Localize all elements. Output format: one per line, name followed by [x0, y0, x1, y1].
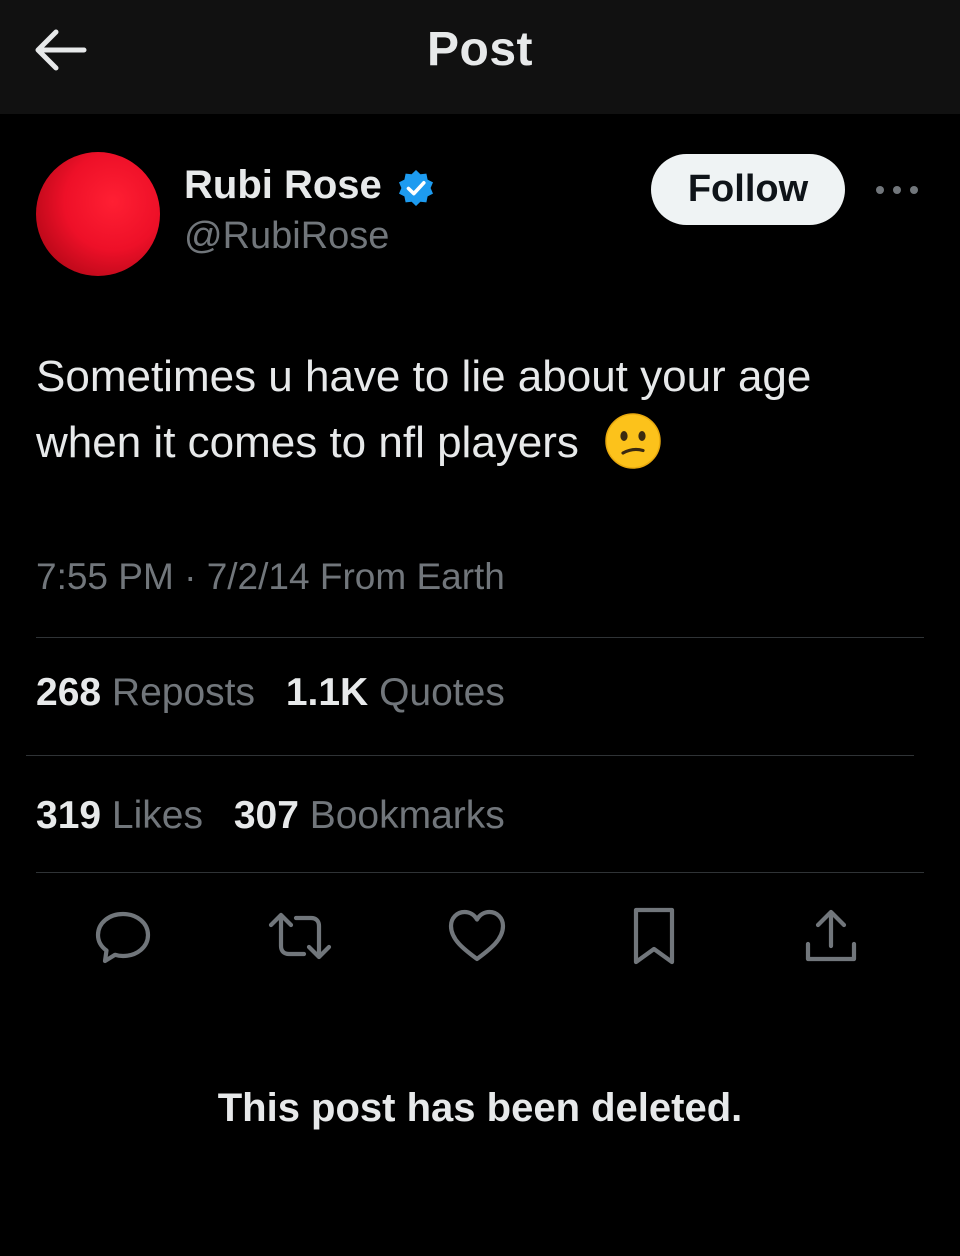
- more-horizontal-icon: [876, 186, 918, 194]
- like-icon: [448, 909, 506, 962]
- bookmarks-count: 307: [233, 794, 299, 837]
- more-options-button[interactable]: [870, 170, 924, 210]
- confused-face-emoji: [605, 413, 661, 470]
- quotes-count: 1.1K: [285, 671, 369, 714]
- repost-icon: [268, 912, 332, 960]
- likes-count: 319: [36, 794, 102, 837]
- reply-icon: [95, 911, 151, 964]
- likes-stat[interactable]: 319 Likes: [36, 794, 203, 838]
- quotes-stat[interactable]: 1.1K Quotes: [286, 671, 505, 715]
- post-text: Sometimes u have to lie about your age w…: [36, 344, 916, 476]
- stats-row-likes-bookmarks: 319 Likes 307 Bookmarks: [36, 794, 525, 838]
- stats-row-reposts-quotes: 268 Reposts 1.1K Quotes: [36, 671, 525, 715]
- post-time: 7:55 PM: [36, 556, 174, 597]
- author-handle[interactable]: @RubiRose: [184, 215, 389, 258]
- post-meta: 7:55 PM · 7/2/14 From Earth: [36, 556, 505, 598]
- verified-badge-icon: [399, 170, 433, 206]
- bookmarks-stat[interactable]: 307 Bookmarks: [234, 794, 505, 838]
- page-title: Post: [426, 23, 533, 76]
- reply-button[interactable]: [91, 904, 155, 968]
- divider: [36, 637, 924, 638]
- reposts-count: 268: [36, 671, 102, 714]
- reposts-stat[interactable]: 268 Reposts: [36, 671, 255, 715]
- avatar[interactable]: [36, 152, 160, 276]
- post-source: From Earth: [319, 556, 505, 597]
- meta-separator: ·: [184, 556, 197, 597]
- divider: [36, 872, 924, 873]
- bookmark-button[interactable]: [622, 904, 686, 968]
- post-text-content: Sometimes u have to lie about your age w…: [36, 352, 812, 467]
- bookmark-icon: [633, 907, 675, 965]
- deleted-notice: This post has been deleted.: [217, 1086, 743, 1130]
- likes-label: Likes: [111, 794, 203, 837]
- top-bar: Post: [0, 0, 960, 114]
- share-icon: [805, 909, 857, 962]
- follow-button[interactable]: Follow: [651, 154, 845, 225]
- like-button[interactable]: [445, 904, 509, 968]
- share-button[interactable]: [799, 904, 863, 968]
- reposts-label: Reposts: [111, 671, 255, 714]
- quotes-label: Quotes: [379, 671, 505, 714]
- divider: [26, 755, 914, 756]
- bookmarks-label: Bookmarks: [309, 794, 505, 837]
- repost-button[interactable]: [268, 904, 332, 968]
- post-date: 7/2/14: [206, 556, 310, 597]
- author-name[interactable]: Rubi Rose: [184, 163, 382, 208]
